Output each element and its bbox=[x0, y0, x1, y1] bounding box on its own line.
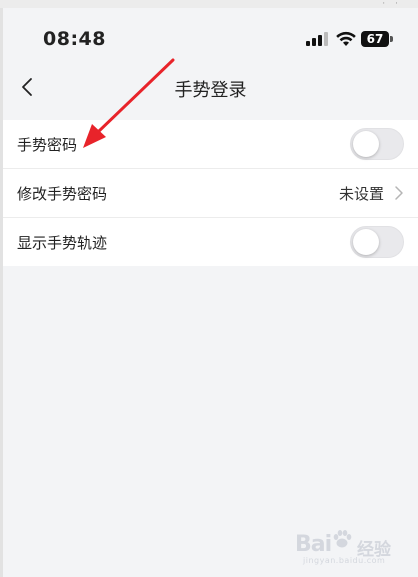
show-gesture-trace-toggle[interactable] bbox=[350, 226, 404, 258]
gesture-password-label: 手势密码 bbox=[17, 136, 78, 154]
status-bar: 08:48 67 bbox=[3, 8, 418, 58]
battery-icon: 67 bbox=[361, 31, 393, 47]
toggle-knob bbox=[353, 131, 379, 157]
gesture-password-toggle[interactable] bbox=[350, 128, 404, 160]
modify-gesture-password-status: 未设置 bbox=[338, 185, 384, 203]
show-gesture-trace-label: 显示手势轨迹 bbox=[17, 234, 108, 252]
gesture-password-row[interactable]: 手势密码 bbox=[3, 120, 418, 169]
watermark-url: jingyan.baidu.com bbox=[303, 556, 386, 565]
baidu-jingyan-watermark: Bai 经验 jingyan.baidu.com bbox=[295, 526, 413, 566]
window-chrome-dots: ·· bbox=[382, 0, 408, 9]
settings-list: 手势密码 修改手势密码 未设置 显示手势轨迹 bbox=[3, 120, 418, 266]
show-gesture-trace-row[interactable]: 显示手势轨迹 bbox=[3, 218, 418, 266]
paw-icon bbox=[333, 530, 352, 548]
page-title: 手势登录 bbox=[174, 80, 247, 101]
phone-screen: 08:48 67 手势登录 手势密码 修改手势密码 未设置 显示手势轨迹 bbox=[3, 8, 418, 577]
wifi-icon bbox=[336, 31, 356, 46]
toggle-knob bbox=[353, 229, 379, 255]
status-time: 08:48 bbox=[43, 28, 106, 50]
window-chrome-top: ·· bbox=[0, 0, 418, 9]
chevron-right-icon bbox=[395, 186, 403, 200]
watermark-brand: Bai bbox=[295, 532, 332, 557]
nav-bar: 手势登录 bbox=[3, 63, 418, 113]
cellular-signal-icon bbox=[306, 32, 328, 46]
modify-gesture-password-label: 修改手势密码 bbox=[17, 185, 108, 203]
modify-gesture-password-row[interactable]: 修改手势密码 未设置 bbox=[3, 169, 418, 218]
